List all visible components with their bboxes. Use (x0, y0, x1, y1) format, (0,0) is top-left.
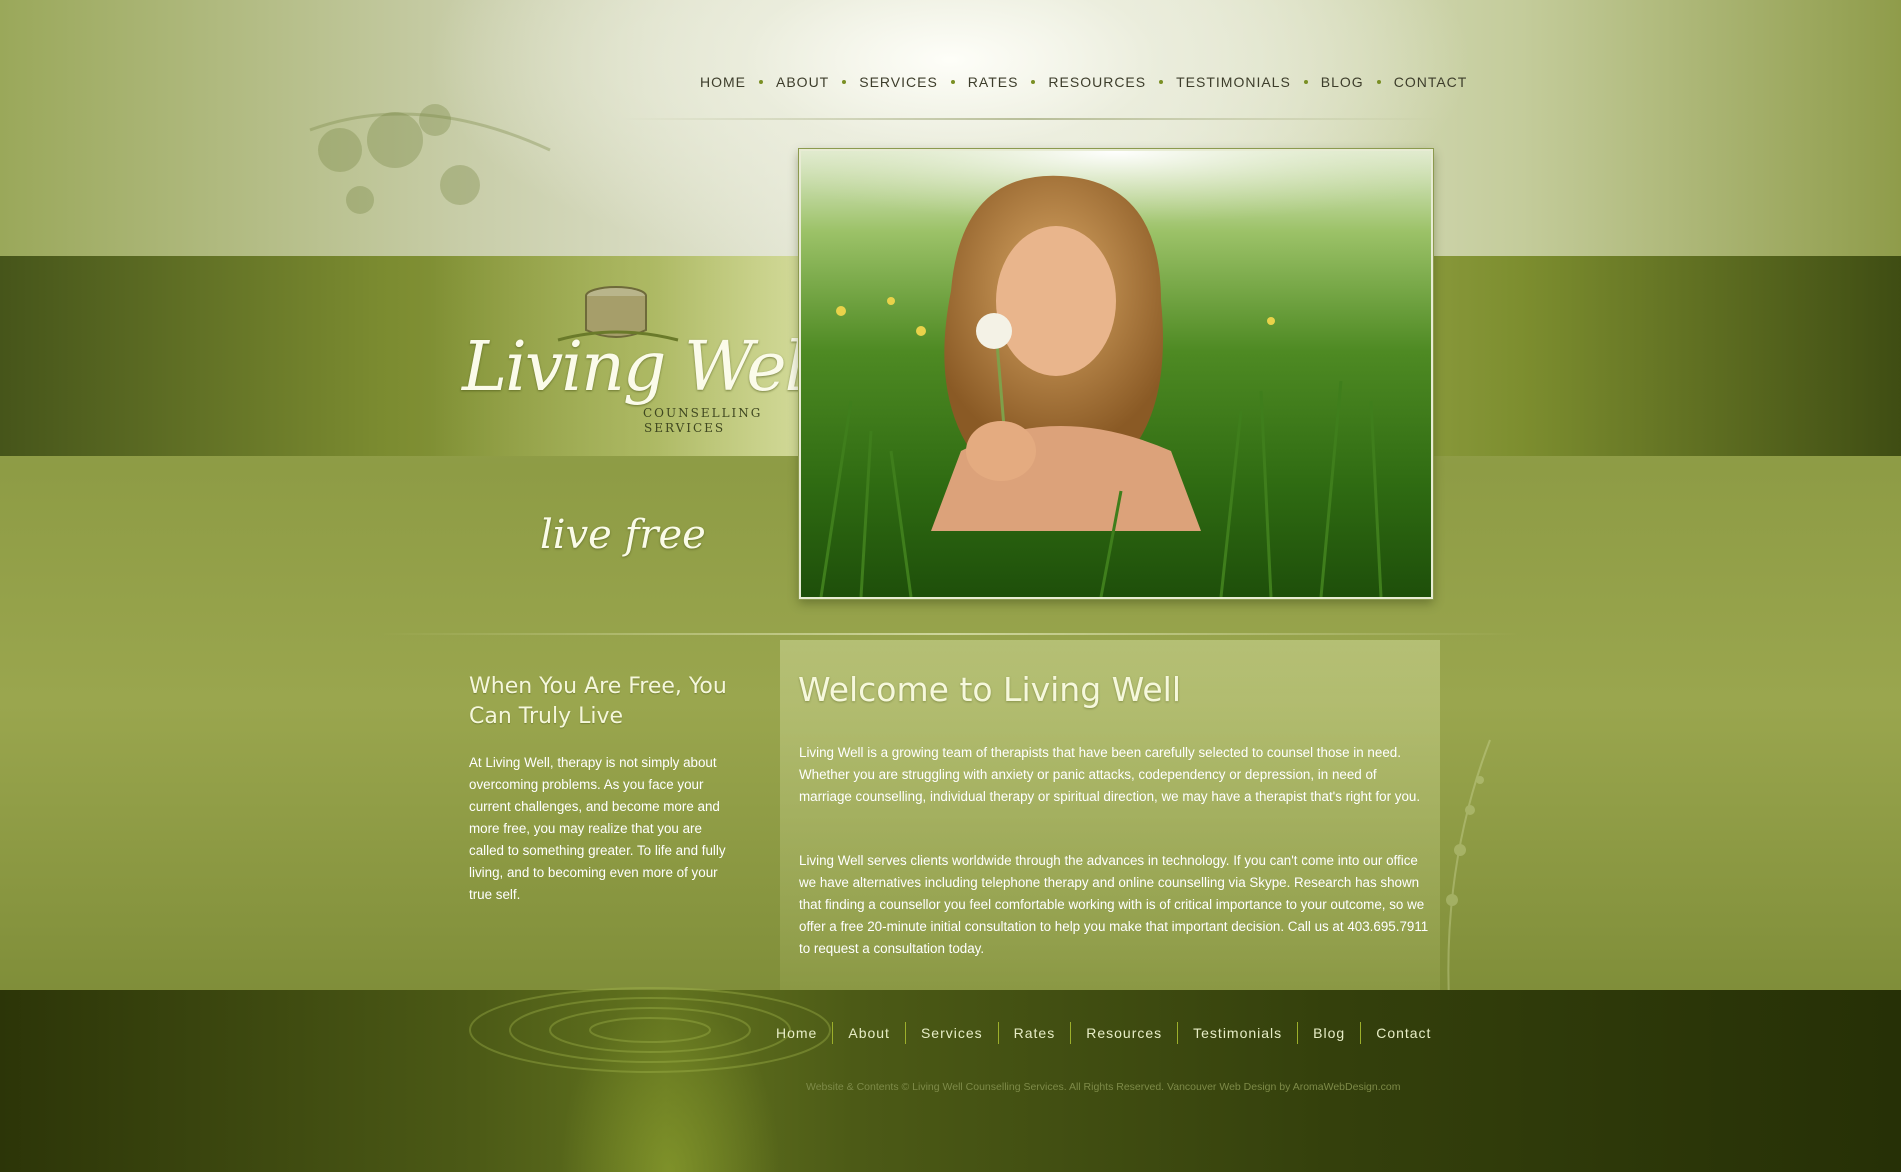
sidebar-text: At Living Well, therapy is not simply ab… (469, 755, 726, 902)
plant-decoration (1446, 739, 1491, 1020)
nav-blog[interactable]: BLOG (1321, 74, 1364, 90)
footer-nav-home[interactable]: Home (776, 1025, 832, 1041)
nav-about[interactable]: ABOUT (776, 74, 829, 90)
sidebar-heading: When You Are Free, You Can Truly Live (469, 674, 727, 729)
nav-separator-dot (759, 80, 763, 84)
nav-separator-dot (950, 80, 955, 84)
welcome-paragraph-2: Living Well serves clients worldwide thr… (799, 853, 1429, 956)
meadow-woman-image (801, 151, 1431, 597)
footer-nav-testimonials[interactable]: Testimonials (1178, 1025, 1297, 1041)
welcome-heading: Welcome to Living Well (798, 670, 1181, 709)
logo-wordmark[interactable]: Living Well (462, 328, 826, 407)
nav-resources[interactable]: RESOURCES (1048, 74, 1146, 90)
nav-home[interactable]: HOME (700, 74, 746, 90)
footer-nav-about[interactable]: About (833, 1025, 905, 1041)
tagline: live free (540, 512, 706, 558)
nav-separator-dot (1159, 80, 1164, 84)
footer-nav-rates[interactable]: Rates (999, 1025, 1071, 1041)
nav-separator-dot (842, 80, 847, 84)
copyright-text: Website & Contents © Living Well Counsel… (806, 1081, 1401, 1093)
nav-separator-dot (1031, 80, 1036, 84)
logo-subtitle-2: SERVICES (644, 421, 726, 435)
footer-nav-blog[interactable]: Blog (1298, 1025, 1360, 1041)
flower-decoration (309, 104, 551, 214)
footer-nav-services[interactable]: Services (906, 1025, 998, 1041)
nav-contact[interactable]: CONTACT (1394, 74, 1468, 90)
footer-nav-contact[interactable]: Contact (1361, 1025, 1446, 1041)
main-nav: HOME ABOUT SERVICES RATES RESOURCES TEST… (700, 72, 1467, 92)
nav-separator-dot (1376, 80, 1381, 84)
nav-services[interactable]: SERVICES (859, 74, 938, 90)
page: HOME ABOUT SERVICES RATES RESOURCES TEST… (0, 0, 1901, 1172)
header-divider (620, 118, 1440, 120)
content-divider (380, 633, 1520, 635)
nav-separator-dot (1303, 80, 1308, 84)
nav-testimonials[interactable]: TESTIMONIALS (1176, 74, 1291, 90)
nav-rates[interactable]: RATES (968, 74, 1019, 90)
welcome-paragraph-1: Living Well is a growing team of therapi… (799, 745, 1421, 804)
footer-nav-resources[interactable]: Resources (1071, 1025, 1177, 1041)
logo-subtitle: COUNSELLING (643, 406, 763, 420)
hero-photo (799, 149, 1433, 599)
footer-nav: Home About Services Rates Resources Test… (776, 1021, 1446, 1045)
